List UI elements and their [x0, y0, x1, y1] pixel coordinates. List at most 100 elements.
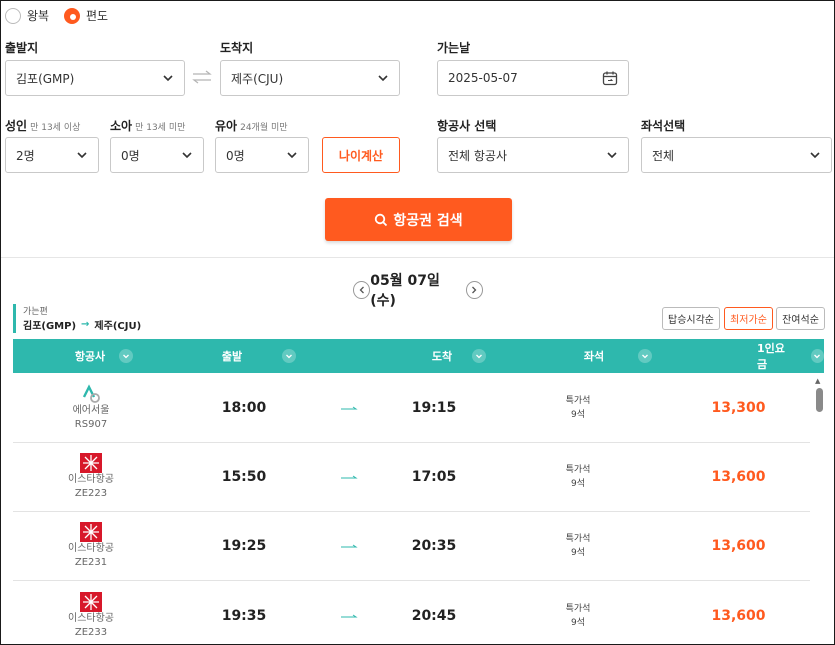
airline-select-label: 항공사 선택 — [437, 119, 497, 133]
seat-class: 특가석 — [565, 534, 591, 544]
route-arrow-icon — [319, 612, 379, 620]
eastar-jet-logo-icon — [80, 453, 102, 473]
column-seats-label: 좌석 — [583, 350, 605, 363]
flight-row[interactable]: 이스타항공 ZE233 19:35 20:45 특가석 9석 13,600 — [13, 581, 810, 645]
flight-number: ZE231 — [74, 557, 108, 568]
date-navigator: 05월 07일 (수) — [353, 273, 483, 309]
departure-time: 19:25 — [221, 538, 267, 554]
column-fare[interactable]: 1인요금 — [667, 339, 824, 373]
departure-time-cell: 19:25 — [169, 538, 319, 554]
arrival-time: 20:35 — [411, 538, 457, 554]
airline-name: 에어서울 — [72, 405, 110, 416]
infant-count-select[interactable]: 0명 — [215, 137, 309, 173]
sort-by-lowest-fare-button[interactable]: 최저가순 — [724, 307, 773, 330]
adult-count-value: 2명 — [16, 148, 35, 163]
flight-row[interactable]: 이스타항공 ZE231 19:25 20:35 특가석 9석 13,600 — [13, 512, 810, 581]
column-arrival[interactable]: 도착 — [319, 339, 509, 373]
search-flights-label: 항공권 검색 — [393, 212, 463, 229]
sort-by-seats-button[interactable]: 잔여석순 — [776, 307, 825, 330]
chevron-down-icon — [638, 349, 653, 363]
seat-class: 특가석 — [565, 603, 591, 614]
seat-cell: 특가석 9석 — [489, 602, 667, 630]
column-airline[interactable]: 항공사 — [13, 339, 165, 373]
search-icon — [375, 213, 388, 226]
date-label: 가는날 — [437, 41, 471, 55]
child-label: 소아 만 13세 미만 — [110, 119, 186, 133]
route-direction-label: 가는편 — [23, 307, 48, 317]
results-scrollbar[interactable]: ▲ — [814, 375, 824, 645]
sort-by-departure-button[interactable]: 탑승시각순 — [662, 307, 720, 330]
chevron-down-icon — [119, 349, 134, 363]
departure-time: 18:00 — [221, 400, 267, 416]
arrival-time: 20:45 — [411, 607, 457, 624]
column-departure-label: 출발 — [221, 350, 243, 363]
radio-selected-icon — [64, 7, 80, 24]
flight-row[interactable]: 이스타항공 ZE223 15:50 17:05 특가석 9석 13,600 — [13, 443, 810, 512]
route-arrow-icon — [319, 404, 379, 412]
departure-time-cell: 18:00 — [169, 400, 319, 416]
one-way-radio[interactable]: 편도 — [64, 7, 108, 24]
fare-amount: 13,600 — [711, 607, 766, 624]
scrollbar-thumb[interactable] — [816, 388, 823, 412]
fare-cell: 13,600 — [667, 538, 810, 554]
chevron-left-icon — [359, 286, 364, 294]
fare-amount: 13,600 — [711, 469, 766, 485]
arrival-time: 19:15 — [411, 400, 457, 416]
results-table-header: 항공사 출발 도착 좌석 1인요금 — [13, 339, 824, 373]
radio-circle-icon — [5, 7, 21, 24]
column-seats[interactable]: 좌석 — [509, 339, 667, 373]
age-calculator-button[interactable]: 나이계산 — [322, 137, 400, 173]
airline-name: 이스타항공 — [68, 612, 114, 624]
departure-value: 김포(GMP) — [16, 71, 75, 86]
flight-number: RS907 — [74, 419, 108, 430]
chevron-down-icon — [77, 152, 87, 159]
fare-cell: 13,600 — [667, 469, 810, 485]
swap-icon[interactable] — [191, 69, 213, 87]
adult-count-select[interactable]: 2명 — [5, 137, 99, 173]
departure-label: 출발지 — [5, 41, 39, 55]
chevron-down-icon — [282, 349, 297, 363]
departure-time-cell: 19:35 — [169, 608, 319, 624]
date-input[interactable]: 2025-05-07 — [437, 60, 629, 96]
date-value: 2025-05-07 — [448, 71, 518, 85]
arrival-select[interactable]: 제주(CJU) — [220, 60, 400, 96]
flight-row[interactable]: 에어서울 RS907 18:00 19:15 특가석 9석 13,300 — [13, 374, 810, 443]
column-departure[interactable]: 출발 — [165, 339, 319, 373]
chevron-down-icon — [163, 75, 173, 82]
departure-select[interactable]: 김포(GMP) — [5, 60, 185, 96]
seat-class-select[interactable]: 전체 — [641, 137, 832, 173]
arrival-value: 제주(CJU) — [231, 71, 284, 86]
airline-select[interactable]: 전체 항공사 — [437, 137, 629, 173]
airline-select-value: 전체 항공사 — [448, 148, 508, 163]
chevron-down-icon — [810, 152, 820, 159]
scroll-up-icon[interactable]: ▲ — [815, 377, 820, 385]
search-flights-button[interactable]: 항공권 검색 — [325, 198, 512, 241]
airline-name: 이스타항공 — [68, 474, 114, 485]
departure-time: 19:35 — [221, 607, 267, 624]
arrival-time-cell: 19:15 — [379, 400, 489, 416]
seat-class: 특가석 — [565, 396, 591, 406]
eastar-jet-logo-icon — [80, 522, 102, 542]
chevron-down-icon — [182, 152, 192, 159]
calendar-icon[interactable] — [602, 70, 618, 86]
chevron-down-icon — [607, 152, 617, 159]
seats-left: 9석 — [570, 617, 585, 628]
column-airline-label: 항공사 — [74, 350, 106, 363]
seat-class-label: 좌석선택 — [641, 119, 686, 133]
airline-cell: 에어서울 RS907 — [13, 384, 169, 432]
airline-cell: 이스타항공 ZE223 — [13, 453, 169, 501]
child-count-select[interactable]: 0명 — [110, 137, 204, 173]
chevron-down-icon — [287, 152, 297, 159]
route-arrow-icon — [319, 542, 379, 550]
chevron-down-icon — [810, 349, 824, 363]
prev-date-button[interactable] — [353, 281, 371, 299]
air-seoul-logo-icon — [82, 384, 100, 403]
airline-name: 이스타항공 — [68, 543, 114, 554]
next-date-button[interactable] — [465, 281, 483, 299]
infant-count-value: 0명 — [226, 148, 245, 163]
round-trip-radio[interactable]: 왕복 — [5, 7, 49, 24]
seat-class: 특가석 — [565, 465, 591, 475]
route-text: 김포(GMP) → 제주(CJU) — [23, 317, 141, 332]
seat-cell: 특가석 9석 — [489, 394, 667, 422]
airline-cell: 이스타항공 ZE231 — [13, 522, 169, 570]
